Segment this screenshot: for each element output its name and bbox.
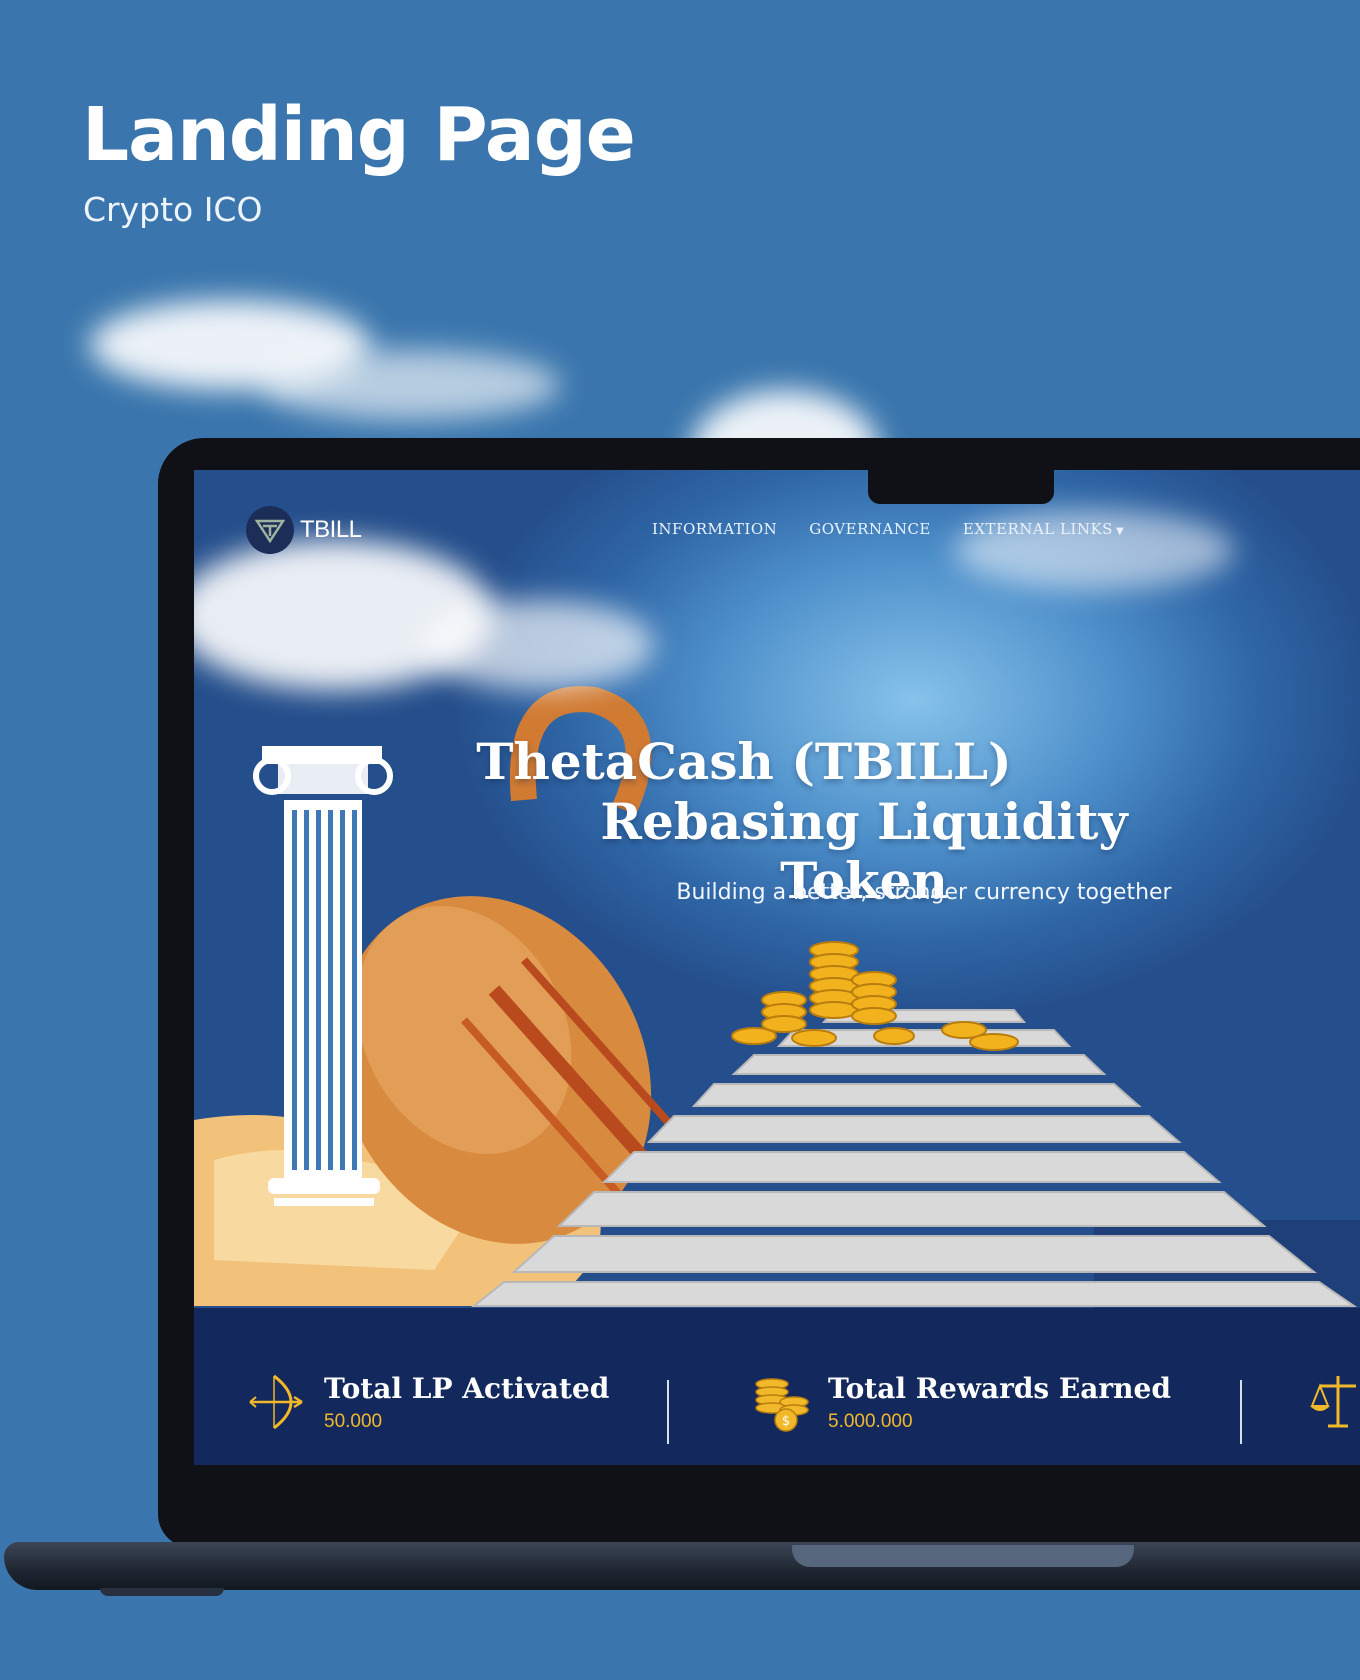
- page-title: Landing Page: [82, 92, 636, 178]
- stat-divider: [1240, 1380, 1242, 1444]
- column-echinus: [278, 764, 368, 794]
- stats-bar: Total LP Activated 50.000 $ Total Reward…: [194, 1308, 1360, 1465]
- svg-text:$: $: [782, 1414, 790, 1429]
- laptop-screen: TBILL INFORMATION GOVERNANCE EXTERNAL LI…: [194, 470, 1360, 1465]
- stat-label: Total LP Activated: [324, 1371, 610, 1405]
- nav-external-links-label: EXTERNAL LINKS: [962, 520, 1113, 538]
- coins-icon: $: [755, 1378, 809, 1432]
- scales-icon: [1310, 1376, 1356, 1428]
- laptop-base: [4, 1542, 1360, 1590]
- stat-total-lp: Total LP Activated 50.000: [246, 1370, 609, 1434]
- nav-menu: INFORMATION GOVERNANCE EXTERNAL LINKS ▼: [652, 520, 1124, 538]
- stat-total-rewards: $ Total Rewards Earned 5.000.000: [750, 1370, 1171, 1434]
- hero-title-line1: ThetaCash (TBILL): [476, 732, 1012, 791]
- stat-value: 50.000: [324, 1410, 383, 1432]
- stat-text: Total LP Activated 50.000: [324, 1372, 609, 1433]
- page-subtitle: Crypto ICO: [83, 190, 263, 229]
- caret-down-icon: ▼: [1115, 526, 1125, 537]
- site-logo[interactable]: TBILL: [246, 506, 362, 554]
- cloud-decoration: [260, 350, 560, 420]
- hero-subtitle: Building a better, stronger currency tog…: [676, 880, 1172, 905]
- stat-third: [1306, 1370, 1360, 1434]
- logo-text: TBILL: [300, 516, 362, 543]
- nav-information[interactable]: INFORMATION: [652, 520, 777, 538]
- stat-divider: [667, 1380, 669, 1444]
- stat-label: Total Rewards Earned: [828, 1371, 1171, 1405]
- column-plinth: [274, 1198, 374, 1206]
- site-navbar: TBILL INFORMATION GOVERNANCE EXTERNAL LI…: [194, 470, 1360, 570]
- cloud-decoration: [90, 300, 370, 390]
- stat-text: Total Rewards Earned 5.000.000: [828, 1372, 1171, 1433]
- coin-stacks: [731, 941, 1019, 1051]
- nav-governance[interactable]: GOVERNANCE: [809, 520, 931, 538]
- laptop-hinge-notch: [792, 1545, 1134, 1567]
- column-base: [268, 1178, 380, 1194]
- stat-value: 5.000.000: [828, 1410, 913, 1432]
- camera-notch: [868, 470, 1054, 504]
- tbill-logo-icon: [246, 506, 294, 554]
- nav-external-links[interactable]: EXTERNAL LINKS ▼: [963, 520, 1124, 538]
- laptop-foot: [100, 1588, 224, 1596]
- bow-arrow-icon: [249, 1374, 303, 1430]
